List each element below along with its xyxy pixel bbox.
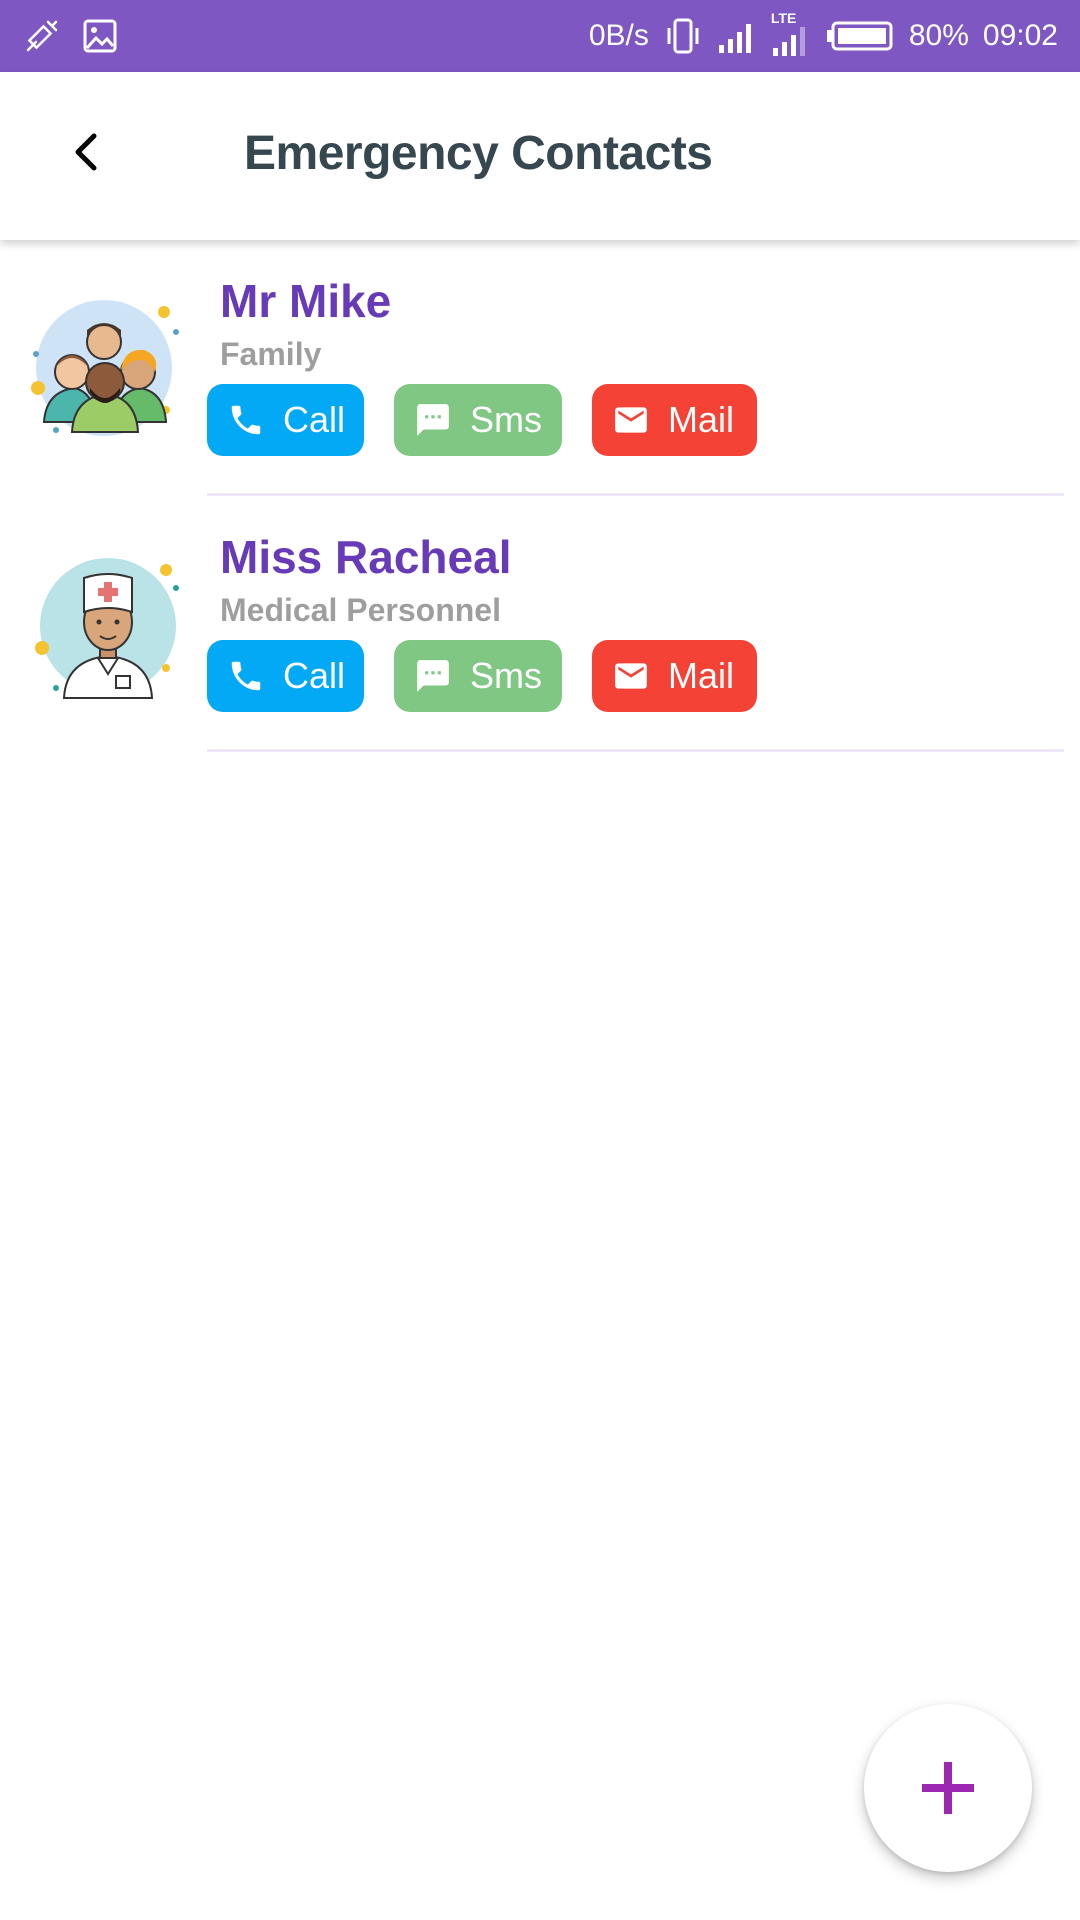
mail-button[interactable]: Mail [592,384,757,456]
status-left [22,16,118,56]
sms-label: Sms [470,399,542,440]
phone-icon [231,405,261,435]
phone-icon [231,661,261,691]
plus-icon [922,1762,974,1814]
envelope-icon [615,663,647,689]
sms-button[interactable]: Sms [394,384,562,456]
app-bar: Emergency Contacts [0,72,1080,240]
mail-label: Mail [668,655,735,696]
chevron-left-icon [75,133,97,171]
battery-level: 80% [908,19,969,52]
clock: 09:02 [982,19,1058,52]
lte-signal-icon: LTE [771,10,811,56]
status-right: 0B/s LTE 80% 09:02 [588,10,1058,56]
contact-name: Mr Mike [220,275,392,327]
page-title: Emergency Contacts [244,127,713,180]
mail-label: Mail [668,399,735,440]
syringe-icon [22,16,62,56]
signal-icon [717,19,757,53]
contact-relation: Medical Personnel [220,592,501,628]
image-icon [82,18,118,54]
divider [207,749,1064,752]
sms-button[interactable]: Sms [394,640,562,712]
contact-item[interactable]: Miss Racheal Medical Personnel Call Sms … [0,496,1080,752]
contact-actions: Call Sms Mail [207,640,757,712]
doctor-avatar [28,548,180,700]
contact-name: Miss Racheal [220,531,512,583]
envelope-icon [615,407,647,433]
sms-label: Sms [470,655,542,696]
contact-list: Mr Mike Family Call Sms Mail Miss Rachea… [0,240,1080,752]
call-label: Call [283,655,346,696]
vibrate-icon [663,16,703,56]
net-speed: 0B/s [588,19,649,52]
battery-icon [825,19,895,53]
call-button[interactable]: Call [207,384,364,456]
message-icon [417,660,449,692]
contact-relation: Family [220,336,322,372]
contact-item[interactable]: Mr Mike Family Call Sms Mail [0,240,1080,496]
contact-actions: Call Sms Mail [207,384,757,456]
back-button[interactable] [56,122,116,182]
call-button[interactable]: Call [207,640,364,712]
status-bar: 0B/s LTE 80% 09:02 [0,0,1080,72]
add-contact-button[interactable] [864,1704,1032,1872]
mail-button[interactable]: Mail [592,640,757,712]
message-icon [417,404,449,436]
family-group-avatar [28,292,180,444]
call-label: Call [283,399,346,440]
